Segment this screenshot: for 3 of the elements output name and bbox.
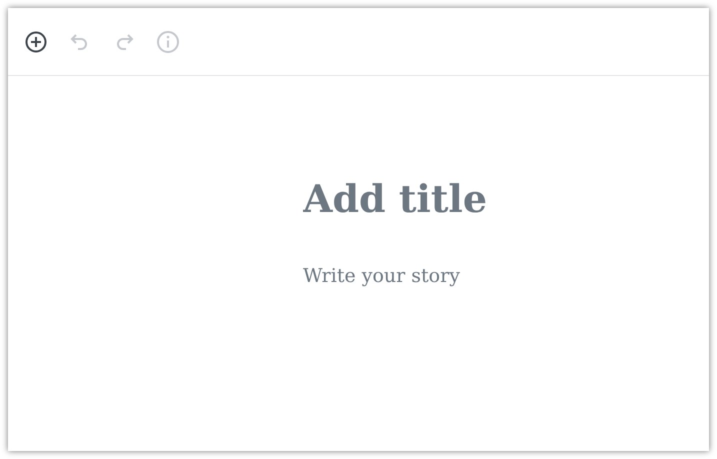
info-icon [156,30,180,54]
add-icon [24,30,48,54]
story-field[interactable]: Write your story [303,262,683,290]
